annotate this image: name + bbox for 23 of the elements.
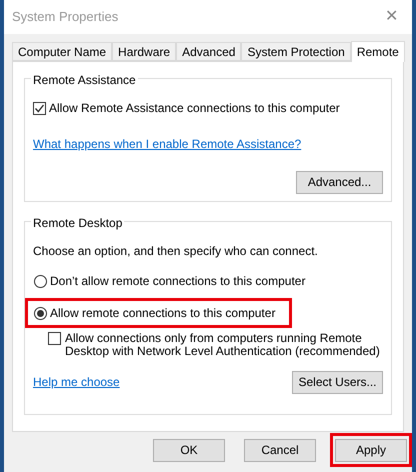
checkbox-label: Allow Remote Assistance connections to this computer: [49, 100, 340, 117]
tab[interactable]: Remote: [350, 41, 405, 62]
help-link[interactable]: What happens when I enable Remote Assistance?: [33, 137, 302, 151]
tab[interactable]: Computer Name: [12, 42, 112, 61]
help-link[interactable]: Help me choose: [33, 373, 120, 391]
radio-button[interactable]: [34, 306, 47, 320]
radio-button[interactable]: [34, 274, 47, 288]
instruction-text: Choose an option, and then specify who can connect.: [33, 243, 319, 260]
radio-label: Allow remote connections to this computer: [50, 305, 276, 322]
close-button[interactable]: ✕: [379, 5, 404, 29]
tab[interactable]: Advanced: [176, 42, 242, 61]
tab[interactable]: System Protection: [241, 42, 351, 61]
dialog-button[interactable]: OK: [153, 438, 225, 462]
checkbox-label: Allow connections only from computers running Remote Desktop with Network Level Authentication (recommended): [65, 332, 381, 358]
checkbox[interactable]: [48, 332, 61, 345]
tab[interactable]: Hardware: [112, 42, 176, 61]
checkbox[interactable]: [33, 102, 46, 114]
dialog-button[interactable]: Apply: [335, 438, 407, 462]
radio-label: Don’t allow remote connections to this computer: [50, 273, 306, 290]
select-users-button[interactable]: Select Users...: [292, 370, 383, 394]
dialog-button[interactable]: Cancel: [244, 438, 316, 462]
window-title: System Properties: [12, 8, 118, 26]
advanced-button[interactable]: Advanced...: [296, 170, 383, 194]
